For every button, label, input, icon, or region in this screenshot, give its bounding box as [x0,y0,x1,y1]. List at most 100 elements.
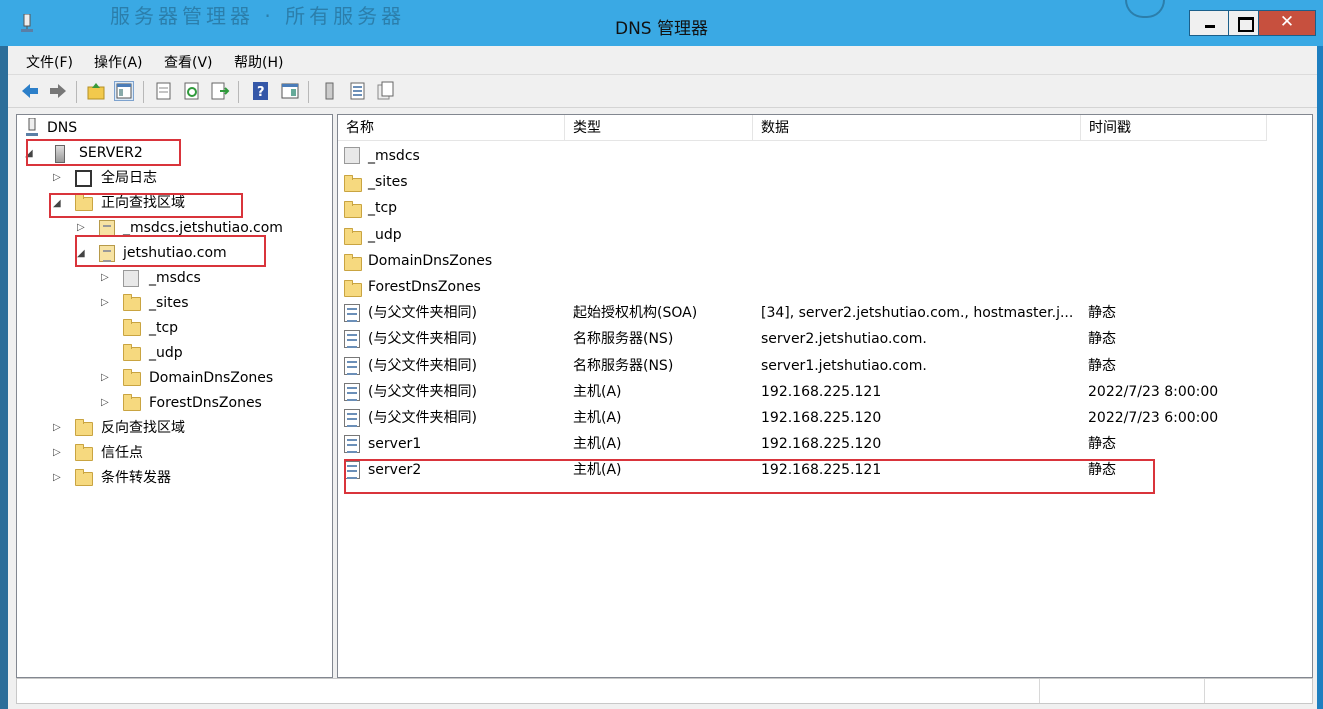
tree-label: DomainDnsZones [149,370,274,386]
table-row[interactable]: (与父文件夹相同) 名称服务器(NS) server2.jetshutiao.com… [338,326,1312,352]
cell-data: server1.jetshutiao.com. [761,357,927,374]
highlight-box-zone [75,235,266,267]
column-header-data[interactable]: 数据 [753,115,1081,141]
column-header-name[interactable]: 名称 [338,115,565,141]
cell-timestamp: 2022/7/23 6:00:00 [1088,410,1219,426]
forward-arrow-icon[interactable] [48,81,68,101]
minimize-button[interactable] [1189,10,1229,36]
cell-timestamp: 静态 [1088,436,1116,453]
folder-icon [123,344,141,361]
cell-name: (与父文件夹相同) [368,383,477,400]
back-arrow-icon[interactable] [20,81,40,101]
cell-name: (与父文件夹相同) [368,410,477,426]
table-row[interactable]: DomainDnsZones [338,248,1312,274]
folder-icon [123,369,141,386]
maximize-button[interactable] [1228,10,1259,36]
action-pane-icon[interactable] [280,81,300,101]
close-icon: ✕ [1279,12,1295,32]
toolbar: ? [8,74,1317,108]
show-hide-tree-icon[interactable] [114,81,134,101]
up-folder-icon[interactable] [86,81,106,101]
help-icon[interactable]: ? [251,81,271,101]
cell-type: 名称服务器(NS) [573,331,674,348]
cell-timestamp: 静态 [1088,357,1116,374]
toolbar-separator [308,81,309,103]
server-icon[interactable] [320,81,340,101]
status-segment [1039,679,1204,703]
window-bottom-border [16,704,1313,709]
cell-type: 主机(A) [573,383,622,400]
cell-data: [34], server2.jetshutiao.com., hostmaste… [761,305,1074,322]
cell-name: ForestDnsZones [368,279,481,295]
expand-arrow-icon[interactable]: ▷ [101,267,113,289]
cell-name: (与父文件夹相同) [368,357,477,374]
menu-action[interactable]: 操作(A) [94,52,143,72]
refresh-icon[interactable] [182,81,202,101]
table-row[interactable]: (与父文件夹相同) 名称服务器(NS) server1.jetshutiao.com… [338,353,1312,379]
cell-name: _msdcs [368,148,420,164]
menu-help[interactable]: 帮助(H) [234,52,283,72]
tree-label: _tcp [149,320,179,336]
cell-timestamp: 2022/7/23 8:00:00 [1088,383,1219,400]
table-row[interactable]: _msdcs [338,143,1312,169]
export-list-icon[interactable] [210,81,230,101]
status-segment [1204,679,1314,703]
expand-arrow-icon[interactable]: ▷ [101,392,113,414]
title-bar[interactable]: 服务器管理器 · 所有服务器 DNS 管理器 ✕ [0,0,1323,46]
table-row[interactable]: _sites [338,169,1312,195]
table-row[interactable]: (与父文件夹相同) 起始授权机构(SOA) [34], server2.jetshu… [338,300,1312,326]
tree-label: _msdcs [149,270,201,286]
menu-file[interactable]: 文件(F) [26,52,73,72]
cell-name: DomainDnsZones [368,252,493,269]
cell-name: (与父文件夹相同) [368,331,477,348]
gray-folder-icon [123,270,139,287]
cell-name: server1 [368,436,422,453]
toolbar-separator [76,81,77,103]
svg-text:?: ? [257,85,265,100]
records-list[interactable]: 名称 类型 数据 时间戳 _msdcs _sites _tcp _udp DomainD… [337,114,1313,678]
cell-timestamp: 静态 [1088,331,1116,348]
window-title: DNS 管理器 [614,19,708,39]
zone-icon[interactable] [348,81,368,101]
expand-arrow-icon[interactable]: ▷ [53,467,65,489]
status-bar [16,678,1313,704]
desktop-edge [0,46,8,709]
folder-icon [123,294,141,311]
highlight-box-server [26,139,181,166]
table-row[interactable]: _tcp [338,195,1312,221]
cell-type: 名称服务器(NS) [573,357,674,374]
highlight-box-forward-zones [49,193,243,218]
menu-bar: 文件(F) 操作(A) 查看(V) 帮助(H) [8,46,1317,72]
console-tree[interactable]: DNS ◢ SERVER2 ▷ 全局日志 ◢ 正向查找区域 ▷ _msdcs.j… [16,114,333,678]
table-row[interactable]: (与父文件夹相同) 主机(A) 192.168.225.120 2022/7/23 6… [338,405,1312,431]
table-row[interactable]: (与父文件夹相同) 主机(A) 192.168.225.121 2022/7/23 8… [338,379,1312,405]
log-icon [75,170,92,187]
close-button[interactable]: ✕ [1258,10,1316,36]
cell-name: _tcp [368,200,398,217]
column-header-timestamp[interactable]: 时间戳 [1081,115,1267,141]
cell-type: 起始授权机构(SOA) [573,305,698,322]
expand-arrow-icon[interactable]: ▷ [53,167,65,189]
cell-name: _sites [368,174,408,191]
expand-arrow-icon[interactable]: ▷ [53,442,65,464]
cell-type: 主机(A) [573,436,622,453]
table-row[interactable]: _udp [338,222,1312,248]
copy-zone-icon[interactable] [376,81,396,101]
expand-arrow-icon[interactable]: ▷ [101,367,113,389]
folder-icon [75,419,93,436]
cell-data: 192.168.225.120 [761,436,882,453]
toolbar-separator [143,81,144,103]
tree-label: _udp [149,345,183,361]
table-row[interactable]: ForestDnsZones [338,274,1312,300]
toolbar-separator [238,81,239,103]
expand-arrow-icon[interactable]: ▷ [53,417,65,439]
menu-view[interactable]: 查看(V) [164,52,213,72]
column-header-type[interactable]: 类型 [565,115,753,141]
tree-label: ForestDnsZones [149,395,262,411]
expand-arrow-icon[interactable]: ▷ [101,292,113,314]
cell-name: _udp [368,226,402,243]
table-row[interactable]: server1 主机(A) 192.168.225.120 静态 [338,431,1312,457]
tree-label: 反向查找区域 [101,420,185,436]
properties-icon[interactable] [154,81,174,101]
tree-label: _sites [149,295,189,311]
